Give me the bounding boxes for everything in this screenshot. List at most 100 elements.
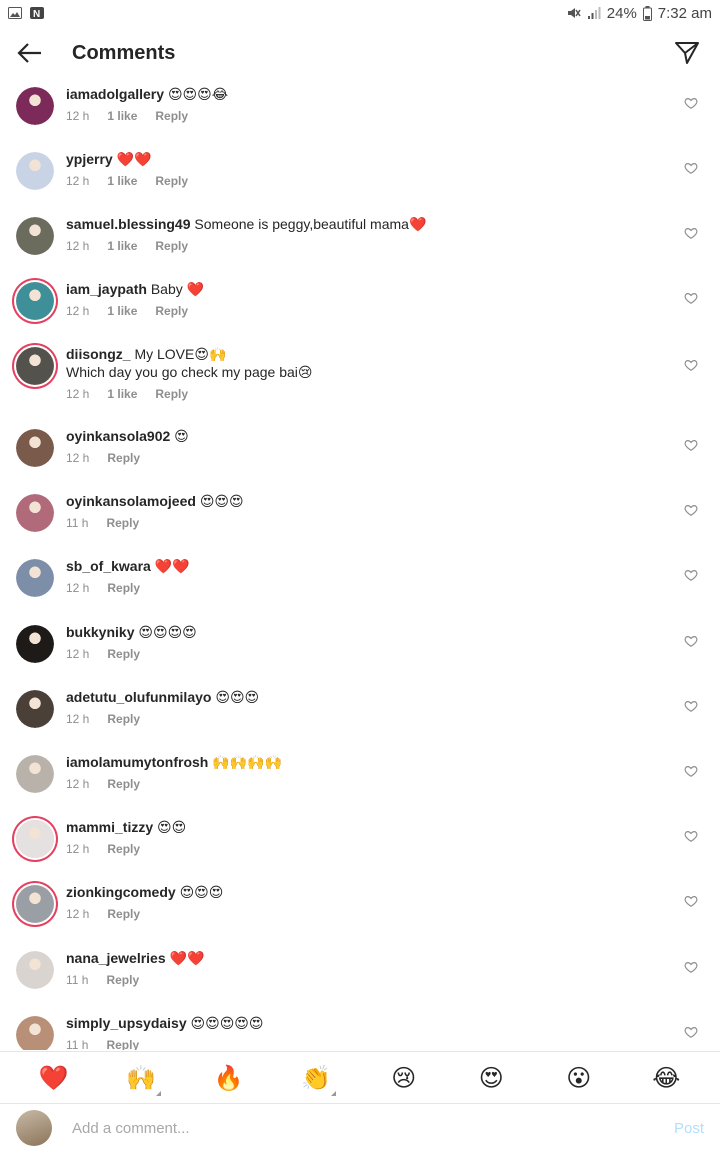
comment-username[interactable]: bukkyniky xyxy=(66,624,134,640)
comment-time: 12 h xyxy=(66,387,90,401)
comment-username[interactable]: nana_jewelries xyxy=(66,950,166,966)
reply-button[interactable]: Reply xyxy=(155,387,188,401)
avatar-image xyxy=(16,885,54,923)
commenter-avatar[interactable] xyxy=(16,494,54,532)
comment-username[interactable]: oyinkansolamojeed xyxy=(66,493,196,509)
comment-username[interactable]: oyinkansola902 xyxy=(66,428,170,444)
commenter-avatar[interactable] xyxy=(16,217,54,255)
avatar-image xyxy=(16,282,54,320)
comment-time: 12 h xyxy=(66,647,90,661)
commenter-avatar[interactable] xyxy=(16,885,54,923)
skin-tone-indicator xyxy=(331,1090,337,1096)
comment-row: bukkyniky 😍😍😍😍 12 h Reply xyxy=(0,623,720,663)
comments-list[interactable]: iamadolgallery 😍😍😍😂 12 h 1 like Reply ypjerr… xyxy=(0,80,720,1050)
comment-likes[interactable]: 1 like xyxy=(107,109,137,123)
like-heart-icon[interactable] xyxy=(684,634,698,648)
like-heart-icon[interactable] xyxy=(684,438,698,452)
reply-button[interactable]: Reply xyxy=(155,109,188,123)
comment-username[interactable]: iam_jaypath xyxy=(66,281,147,297)
status-bar: N 24% 7:32 am xyxy=(0,0,720,26)
comment-username[interactable]: ypjerry xyxy=(66,151,113,167)
like-heart-icon[interactable] xyxy=(684,829,698,843)
commenter-avatar[interactable] xyxy=(16,690,54,728)
like-heart-icon[interactable] xyxy=(684,699,698,713)
comment-likes[interactable]: 1 like xyxy=(107,239,137,253)
reply-button[interactable]: Reply xyxy=(106,1038,139,1050)
reply-button[interactable]: Reply xyxy=(107,451,140,465)
comment-likes[interactable]: 1 like xyxy=(107,304,137,318)
comment-likes[interactable]: 1 like xyxy=(107,387,137,401)
like-heart-icon[interactable] xyxy=(684,226,698,240)
comment-username[interactable]: adetutu_olufunmilayo xyxy=(66,689,211,705)
comment-input[interactable] xyxy=(72,1119,666,1137)
clap-emoji-button[interactable]: 👏 xyxy=(294,1056,338,1100)
commenter-avatar[interactable] xyxy=(16,951,54,989)
reply-button[interactable]: Reply xyxy=(107,581,140,595)
like-heart-icon[interactable] xyxy=(684,1025,698,1039)
reply-button[interactable]: Reply xyxy=(107,712,140,726)
comment-likes[interactable]: 1 like xyxy=(107,174,137,188)
heart-eyes-emoji-button[interactable]: 😍 xyxy=(469,1056,513,1100)
comment-username[interactable]: mammi_tizzy xyxy=(66,819,153,835)
comment-time: 12 h xyxy=(66,777,90,791)
avatar-image xyxy=(16,690,54,728)
comment-body: simply_upsydaisy 😍😍😍😍😍 11 h Reply xyxy=(66,1014,704,1050)
like-heart-icon[interactable] xyxy=(684,568,698,582)
commenter-avatar[interactable] xyxy=(16,347,54,385)
reply-button[interactable]: Reply xyxy=(107,777,140,791)
comment-username[interactable]: iamolamumytonfrosh xyxy=(66,754,208,770)
like-heart-icon[interactable] xyxy=(684,960,698,974)
raised-hands-emoji-button[interactable]: 🙌 xyxy=(119,1056,163,1100)
avatar-image xyxy=(16,755,54,793)
comment-text: ❤️❤️ xyxy=(154,558,190,574)
back-button[interactable] xyxy=(0,26,60,80)
comment-meta: 12 h 1 like Reply xyxy=(66,304,654,318)
comment-username[interactable]: simply_upsydaisy xyxy=(66,1015,187,1031)
reply-button[interactable]: Reply xyxy=(106,973,139,987)
laughing-emoji-button[interactable]: 😂 xyxy=(644,1056,688,1100)
reply-button[interactable]: Reply xyxy=(155,174,188,188)
reply-button[interactable]: Reply xyxy=(155,239,188,253)
commenter-avatar[interactable] xyxy=(16,625,54,663)
reply-button[interactable]: Reply xyxy=(107,647,140,661)
comment-meta: 12 h Reply xyxy=(66,712,654,726)
heart-emoji-button[interactable]: ❤️ xyxy=(32,1056,76,1100)
commenter-avatar[interactable] xyxy=(16,1016,54,1050)
reply-button[interactable]: Reply xyxy=(107,907,140,921)
comment-username[interactable]: diisongz_ xyxy=(66,346,131,362)
commenter-avatar[interactable] xyxy=(16,820,54,858)
share-button[interactable] xyxy=(674,40,702,68)
comment-username[interactable]: zionkingcomedy xyxy=(66,884,176,900)
like-heart-icon[interactable] xyxy=(684,894,698,908)
reply-button[interactable]: Reply xyxy=(155,304,188,318)
post-button[interactable]: Post xyxy=(674,1120,704,1137)
reply-button[interactable]: Reply xyxy=(107,842,140,856)
commenter-avatar[interactable] xyxy=(16,87,54,125)
comment-username[interactable]: samuel.blessing49 xyxy=(66,216,191,232)
like-heart-icon[interactable] xyxy=(684,161,698,175)
comment-meta: 11 h Reply xyxy=(66,1038,654,1050)
comment-username[interactable]: sb_of_kwara xyxy=(66,558,151,574)
like-heart-icon[interactable] xyxy=(684,291,698,305)
commenter-avatar[interactable] xyxy=(16,282,54,320)
signal-icon xyxy=(587,7,601,19)
like-heart-icon[interactable] xyxy=(684,503,698,517)
commenter-avatar[interactable] xyxy=(16,559,54,597)
reply-button[interactable]: Reply xyxy=(106,516,139,530)
paper-plane-icon xyxy=(675,42,699,64)
crying-emoji-button[interactable]: 😢 xyxy=(382,1056,426,1100)
commenter-avatar[interactable] xyxy=(16,755,54,793)
commenter-avatar[interactable] xyxy=(16,152,54,190)
comment-text-line: bukkyniky 😍😍😍😍 xyxy=(66,623,654,641)
quick-emoji-bar: ❤️ 🙌 🔥 👏 😢 😍 😮 😂 xyxy=(0,1051,720,1103)
like-heart-icon[interactable] xyxy=(684,358,698,372)
comment-body: samuel.blessing49 Someone is peggy,beaut… xyxy=(66,215,704,255)
surprised-emoji-button[interactable]: 😮 xyxy=(557,1056,601,1100)
fire-emoji-button[interactable]: 🔥 xyxy=(207,1056,251,1100)
like-heart-icon[interactable] xyxy=(684,96,698,110)
comment-username[interactable]: iamadolgallery xyxy=(66,86,164,102)
emoji-glyph: 🙌 xyxy=(126,1063,157,1092)
commenter-avatar[interactable] xyxy=(16,429,54,467)
like-heart-icon[interactable] xyxy=(684,764,698,778)
comment-text-line: iamadolgallery 😍😍😍😂 xyxy=(66,85,654,103)
